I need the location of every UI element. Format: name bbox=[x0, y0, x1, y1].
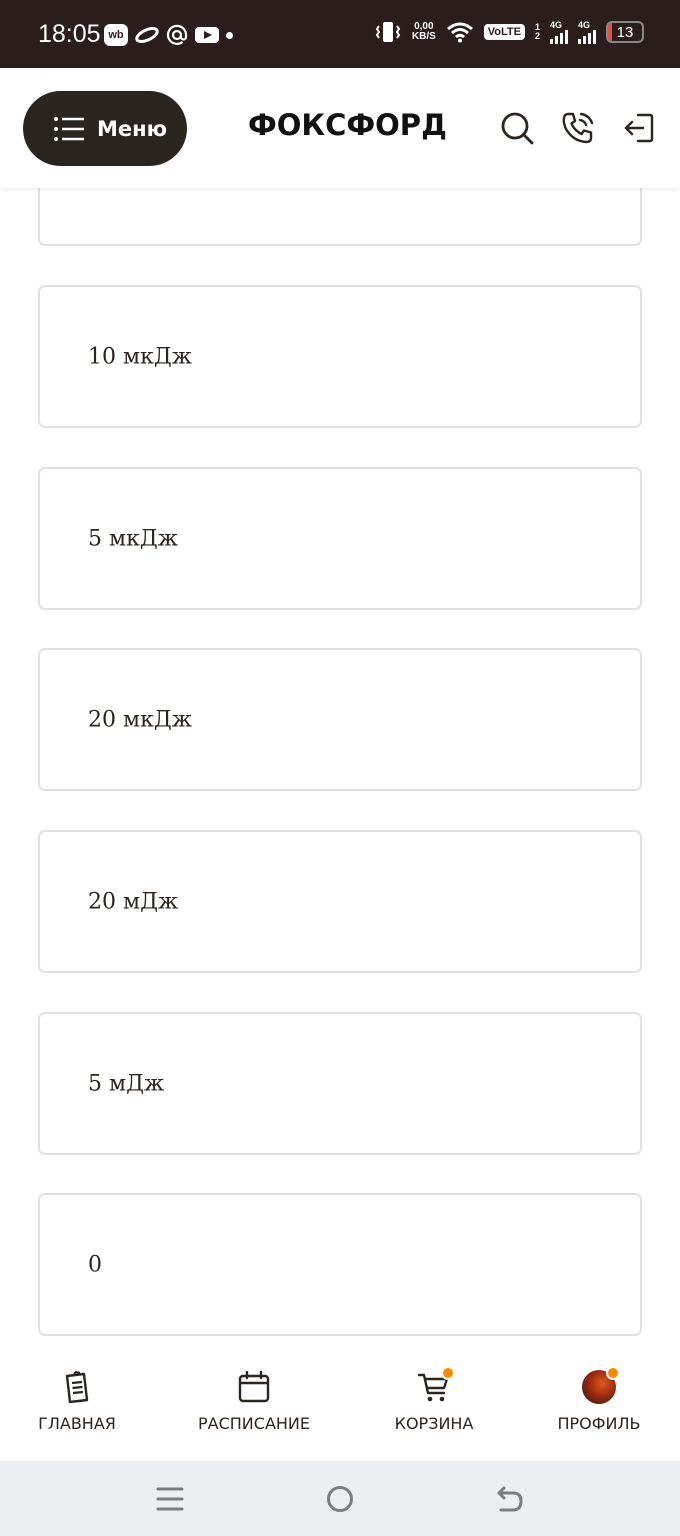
dot-icon bbox=[226, 31, 233, 39]
sim2-label: 2 bbox=[534, 31, 540, 41]
status-time: 18:05 bbox=[38, 20, 101, 48]
status-bar: 18:05 wb 0,00 KB/S VoLTE 1 2 4G 4G 13 bbox=[0, 0, 680, 68]
signal-1: 4G bbox=[550, 19, 568, 44]
nav-item-home[interactable]: ГЛАВНАЯ bbox=[38, 1370, 116, 1433]
system-navigation-bar bbox=[0, 1461, 680, 1536]
battery-level: 13 bbox=[616, 23, 634, 41]
nav-label: РАСПИСАНИЕ bbox=[198, 1414, 310, 1433]
hamburger-icon bbox=[54, 116, 84, 141]
signal-icon bbox=[550, 29, 568, 44]
answer-option[interactable]: 5 мДж bbox=[38, 1012, 642, 1155]
search-icon[interactable] bbox=[497, 108, 537, 148]
answer-option[interactable] bbox=[38, 188, 642, 246]
signal-icon bbox=[578, 29, 596, 44]
youtube-icon bbox=[195, 27, 219, 43]
system-status-icons: 0,00 KB/S VoLTE 1 2 4G 4G 13 bbox=[374, 20, 644, 44]
answer-option-label: 5 мДж bbox=[88, 1071, 165, 1096]
nav-item-cart[interactable]: КОРЗИНА bbox=[392, 1366, 476, 1433]
network-type-2: 4G bbox=[578, 19, 591, 30]
answer-option-label: 10 мкДж bbox=[88, 344, 192, 369]
nav-label: ПРОФИЛЬ bbox=[557, 1414, 641, 1433]
app-header: Меню ФОКСФОРД bbox=[0, 68, 680, 188]
menu-label: Меню bbox=[97, 116, 168, 141]
answer-option[interactable]: 5 мкДж bbox=[38, 467, 642, 610]
cart-icon bbox=[417, 1366, 455, 1404]
at-icon bbox=[166, 24, 188, 45]
document-icon bbox=[60, 1370, 94, 1404]
notification-icons: wb bbox=[104, 24, 233, 46]
foxford-logo[interactable]: ФОКСФОРД bbox=[248, 108, 447, 142]
net-speed-unit: KB/S bbox=[411, 31, 436, 42]
wifi-icon bbox=[446, 22, 473, 43]
menu-button[interactable]: Меню bbox=[23, 91, 187, 166]
calendar-icon bbox=[237, 1370, 271, 1404]
answer-option-label: 0 bbox=[88, 1252, 102, 1277]
answer-option-label: 5 мкДж bbox=[88, 526, 178, 551]
battery-fill bbox=[608, 23, 613, 41]
bottom-navigation: ГЛАВНАЯ РАСПИСАНИЕ КОРЗИНА ПРОФИЛЬ bbox=[0, 1340, 680, 1461]
cart-badge bbox=[441, 1366, 455, 1380]
answer-option[interactable]: 20 мкДж bbox=[38, 648, 642, 791]
home-circle-icon[interactable] bbox=[324, 1483, 356, 1515]
answer-option-label: 20 мДж bbox=[88, 889, 179, 914]
network-type-1: 4G bbox=[550, 19, 563, 30]
nav-item-profile[interactable]: ПРОФИЛЬ bbox=[555, 1366, 643, 1433]
infinity-icon bbox=[135, 27, 159, 43]
nav-label: КОРЗИНА bbox=[394, 1414, 474, 1433]
answer-option[interactable]: 20 мДж bbox=[38, 830, 642, 973]
avatar-icon bbox=[582, 1366, 620, 1404]
profile-badge bbox=[606, 1366, 620, 1380]
answer-option-label: 20 мкДж bbox=[88, 707, 192, 732]
nav-item-schedule[interactable]: РАСПИСАНИЕ bbox=[195, 1370, 313, 1433]
net-speed: 0,00 KB/S bbox=[412, 22, 436, 42]
recent-apps-icon[interactable] bbox=[154, 1483, 186, 1515]
battery-icon: 13 bbox=[606, 21, 644, 43]
wb-icon: wb bbox=[104, 24, 128, 46]
phone-icon[interactable] bbox=[558, 108, 598, 148]
vibrate-icon bbox=[375, 22, 401, 42]
nav-label: ГЛАВНАЯ bbox=[38, 1414, 116, 1433]
back-icon[interactable] bbox=[494, 1483, 526, 1515]
sim-indicator: 1 2 bbox=[535, 23, 540, 41]
answer-option[interactable]: 0 bbox=[38, 1193, 642, 1336]
signal-2: 4G bbox=[578, 19, 596, 44]
volte-badge: VoLTE bbox=[483, 24, 525, 40]
answer-option[interactable]: 10 мкДж bbox=[38, 285, 642, 428]
login-icon[interactable] bbox=[618, 108, 658, 148]
answer-options-list: 10 мкДж 5 мкДж 20 мкДж 20 мДж 5 мДж 0 bbox=[0, 188, 680, 1340]
